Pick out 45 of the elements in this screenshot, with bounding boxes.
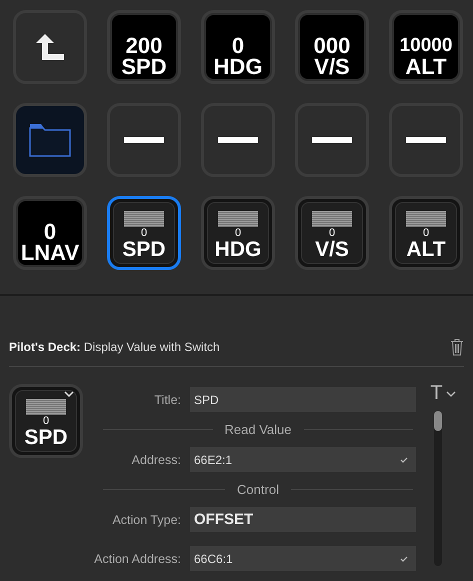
- back-arrow-icon: [35, 33, 65, 61]
- gauge-icon: [218, 211, 258, 227]
- dash-icon: [124, 137, 164, 143]
- deck-key[interactable]: [13, 10, 87, 84]
- scrollbar[interactable]: [434, 411, 442, 566]
- address-field[interactable]: 66C6:1: [190, 546, 416, 571]
- folder-icon: [29, 123, 71, 157]
- deck-key[interactable]: [295, 103, 369, 177]
- dropdown-field[interactable]: OFFSET: [190, 507, 416, 532]
- address-field[interactable]: 66E2:1: [190, 447, 416, 472]
- trash-icon[interactable]: [450, 338, 464, 356]
- text-style-button[interactable]: T: [430, 382, 456, 405]
- gauge-icon: [406, 211, 446, 227]
- deck-key[interactable]: 0 HDG: [201, 10, 275, 84]
- deck-key[interactable]: 0 ALT: [389, 196, 463, 270]
- caret-icon: [64, 391, 74, 397]
- gauge-icon: [124, 211, 164, 227]
- dash-icon: [218, 137, 258, 143]
- deck-key[interactable]: [389, 103, 463, 177]
- deck-key[interactable]: 0 HDG: [201, 196, 275, 270]
- dash-icon: [312, 137, 352, 143]
- deck-key[interactable]: 10000 ALT: [389, 10, 463, 84]
- dash-icon: [406, 137, 446, 143]
- field-label: Title:: [153, 392, 181, 406]
- field-label: Address:: [130, 452, 181, 466]
- field-label: Action Address:: [93, 552, 181, 566]
- check-icon: [400, 457, 408, 463]
- title-field[interactable]: SPD: [190, 387, 416, 412]
- gauge-icon: [312, 211, 352, 227]
- field-label: Action Type:: [111, 512, 181, 526]
- section-heading: Control: [237, 482, 279, 497]
- deck-key[interactable]: 0 SPD: [9, 384, 83, 458]
- gauge-icon: [26, 399, 66, 415]
- deck-key[interactable]: 0 SPD: [107, 196, 181, 270]
- deck-key[interactable]: 000 V/S: [295, 10, 369, 84]
- chevron-icon: [446, 390, 456, 396]
- scroll-thumb[interactable]: [434, 411, 442, 431]
- section-heading: Read Value: [224, 422, 292, 437]
- deck-key[interactable]: [107, 103, 181, 177]
- deck-key[interactable]: 0 V/S: [295, 196, 369, 270]
- check-icon: [400, 556, 408, 562]
- deck-key[interactable]: 200 SPD: [107, 10, 181, 84]
- deck-key[interactable]: 0 LNAV: [13, 196, 87, 270]
- action-heading: Pilot's Deck: Display Value with Switch: [9, 340, 220, 354]
- deck-key[interactable]: [201, 103, 275, 177]
